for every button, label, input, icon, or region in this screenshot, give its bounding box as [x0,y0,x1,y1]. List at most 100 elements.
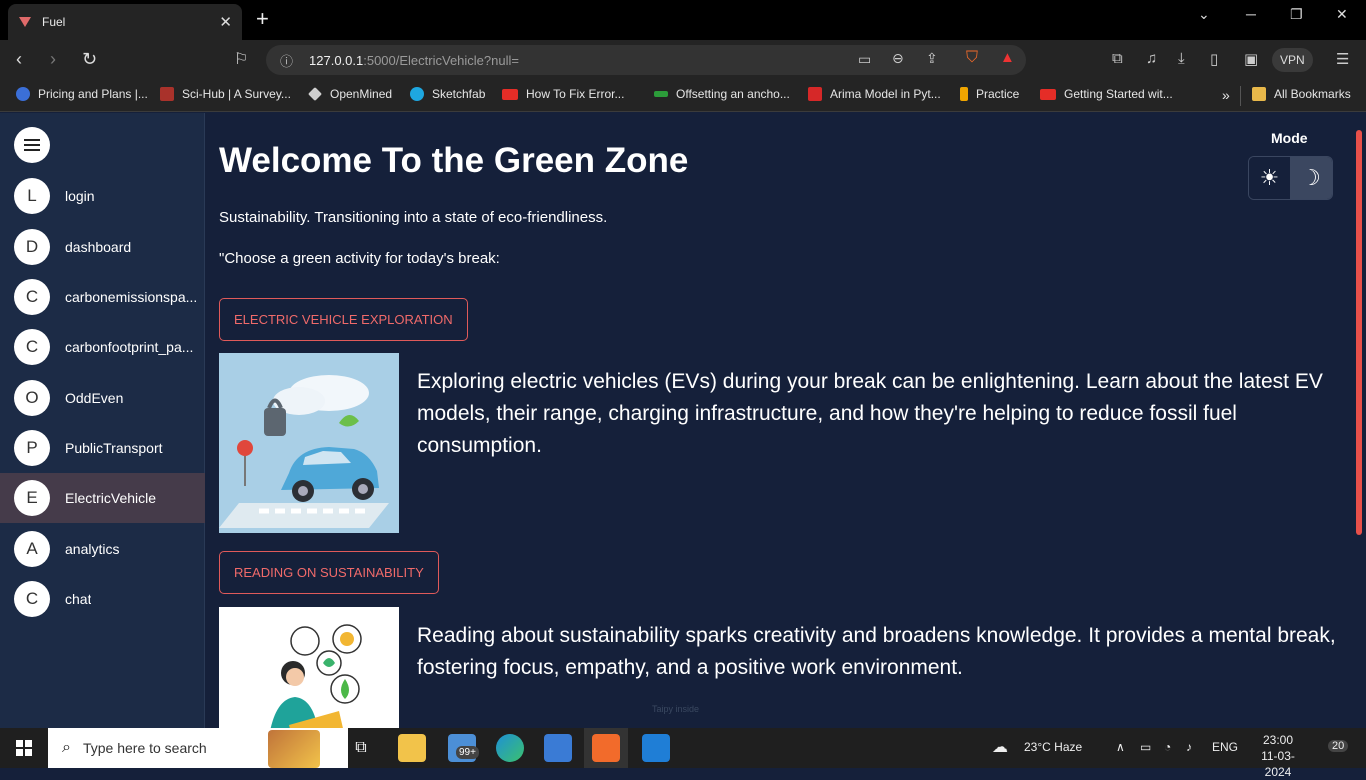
zoom-icon[interactable]: ⊖ [892,50,904,67]
nav-avatar: O [14,380,50,416]
file-explorer-icon[interactable] [398,734,426,762]
close-window-icon[interactable]: ✕ [1336,6,1348,23]
tab-title: Fuel [42,15,66,29]
search-placeholder: Type here to search [82,740,207,756]
store-icon[interactable] [544,734,572,762]
bookmark-favicon-icon [1040,88,1056,100]
electric-car-icon [219,353,399,533]
light-mode-button[interactable]: ☀ [1249,157,1291,199]
nav-avatar: D [14,229,50,265]
sidebar-item-carbonemissions[interactable]: Ccarbonemissionspa... [0,272,205,322]
reload-icon[interactable]: ↻ [82,49,97,70]
sidebar-item-dashboard[interactable]: Ddashboard [0,222,205,272]
sidebar-item-publictransport[interactable]: P PublicTransport [0,423,205,473]
sidebar-item-label: carbonfootprint_pa... [65,339,194,355]
bookmark-item[interactable]: Offsetting an ancho... [654,87,790,101]
bookmark-item[interactable]: Practice [960,87,1019,101]
edge-icon[interactable] [496,734,524,762]
bookmark-item[interactable]: Arima Model in Pyt... [808,87,941,101]
site-info-icon[interactable]: ⓘ [280,51,293,70]
minimize-icon[interactable]: ─ [1246,6,1256,22]
sidebar-toggle-icon[interactable]: ▯ [1210,50,1218,68]
bookmark-item[interactable]: OpenMined [308,87,392,101]
browser-tab-bar: Fuel ✕ + ⌄ ─ ❐ ✕ [0,0,1366,40]
weather-text[interactable]: 23°C Haze [1024,740,1082,754]
download-icon[interactable]: ⤓ [1178,50,1185,67]
search-icon: ⌕ [62,739,71,756]
battery-icon[interactable]: ▭ [1140,740,1151,754]
bookmark-favicon-icon [410,87,424,101]
wifi-icon[interactable]: ◔ [1164,740,1171,754]
sidebar-item-label: ElectricVehicle [65,490,157,506]
language-indicator[interactable]: ENG [1212,740,1238,754]
media-icon[interactable]: ♫ [1146,50,1157,67]
task-view-icon[interactable]: ⧉ [347,734,375,762]
extensions-icon[interactable]: ⧉ [1112,50,1123,67]
cast-icon[interactable]: ▭ [858,51,871,68]
page-subtitle: Sustainability. Transitioning into a sta… [219,209,608,226]
tray-chevron-icon[interactable]: ∧ [1116,740,1125,754]
weather-icon: ☁ [992,739,1008,756]
more-bookmarks-icon[interactable]: » [1222,87,1230,103]
nav-avatar: E [14,480,50,516]
news-widget-icon[interactable] [268,730,320,768]
sidebar: Llogin Ddashboard Ccarbonemissionspa... … [0,113,205,728]
brave-shield-icon[interactable]: ⛉ [966,49,978,67]
clock-time: 23:00 [1262,733,1294,747]
brave-rewards-icon[interactable]: ▲ [1000,49,1015,66]
notification-badge[interactable]: 20 [1328,740,1349,752]
sidebar-item-label: login [65,188,95,204]
new-tab-button[interactable]: + [256,8,269,30]
mode-toggle[interactable]: ☀ ☽ [1248,156,1333,200]
page-scrollbar[interactable] [1356,130,1362,535]
clock[interactable]: 23:00 11-03-2024 [1248,732,1308,780]
all-bookmarks-button[interactable]: All Bookmarks [1252,87,1351,101]
menu-toggle-button[interactable] [14,127,50,163]
sidebar-item-analytics[interactable]: Aanalytics [0,524,205,574]
sidebar-item-oddeven[interactable]: O OddEven [0,373,205,423]
windows-start-icon[interactable] [16,740,32,756]
sidebar-item-login[interactable]: Llogin [0,171,205,221]
sidebar-item-electricvehicle[interactable]: E ElectricVehicle [0,473,205,523]
browser-tab[interactable]: Fuel ✕ [8,4,242,40]
activity-prompt: "Choose a green activity for today's bre… [219,250,500,267]
vscode-icon[interactable] [642,734,670,762]
bookmark-icon[interactable]: ⚐ [234,49,248,69]
hamburger-icon [24,144,40,146]
sidebar-item-label: analytics [65,541,120,557]
volume-icon[interactable]: ♪ [1186,740,1192,754]
back-icon[interactable]: ‹ [16,49,22,70]
wallet-icon[interactable]: ▣ [1244,50,1258,68]
bookmark-item[interactable]: Sketchfab [410,87,485,101]
bookmark-favicon-icon [16,87,30,101]
tab-close-icon[interactable]: ✕ [219,13,232,31]
bookmark-item[interactable]: Sci-Hub | A Survey... [160,87,291,101]
share-icon[interactable]: ⇪ [926,50,938,67]
bookmark-favicon-icon [808,87,822,101]
clock-date: 11-03-2024 [1261,749,1295,779]
moon-icon: ☽ [1301,165,1321,190]
url-host: 127.0.0.1 [309,52,364,68]
sidebar-item-label: dashboard [65,239,132,255]
taipy-watermark: Taipy inside [652,704,700,714]
reading-sustainability-button[interactable]: READING ON SUSTAINABILITY [219,551,439,594]
sidebar-item-carbonfootprint[interactable]: Ccarbonfootprint_pa... [0,322,205,372]
vpn-button[interactable]: VPN [1272,48,1313,72]
bookmark-item[interactable]: Getting Started wit... [1040,87,1173,101]
reading-person-icon [219,607,399,728]
windows-taskbar: ⌕ Type here to search ⧉ 99+ ☁ 23°C Haze … [0,728,1366,779]
bookmark-item[interactable]: Pricing and Plans |... [16,87,148,101]
sidebar-item-chat[interactable]: Cchat [0,574,205,624]
brave-icon[interactable] [592,734,620,762]
address-bar[interactable]: ⓘ 127.0.0.1:5000/ElectricVehicle?null= ▭… [266,45,1026,75]
bookmark-item[interactable]: How To Fix Error... [502,87,624,101]
sidebar-item-label: PublicTransport [65,440,163,456]
forward-icon[interactable]: › [50,49,56,70]
menu-icon[interactable]: ☰ [1336,50,1349,68]
nav-avatar: C [14,581,50,617]
ev-exploration-button[interactable]: ELECTRIC VEHICLE EXPLORATION [219,298,468,341]
dark-mode-button[interactable]: ☽ [1290,157,1332,199]
tab-favicon-icon [19,17,31,27]
tab-search-icon[interactable]: ⌄ [1198,6,1210,23]
restore-icon[interactable]: ❐ [1290,6,1303,23]
